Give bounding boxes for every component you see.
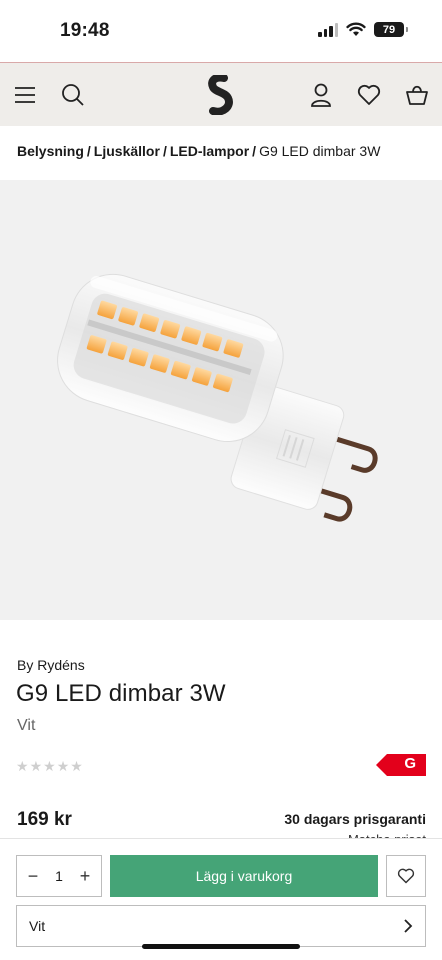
heart-icon (397, 868, 415, 884)
status-time: 19:48 (60, 20, 110, 41)
brand-logo[interactable] (206, 75, 236, 115)
account-button[interactable] (306, 80, 336, 110)
wishlist-button[interactable] (354, 80, 384, 110)
breadcrumb-current: G9 LED dimbar 3W (259, 143, 381, 159)
account-icon (311, 83, 331, 107)
product-variant: Vit (17, 717, 36, 734)
search-icon (62, 84, 84, 106)
add-to-cart-button[interactable]: Lägg i varukorg (110, 855, 378, 897)
star-icon: ★ (56, 758, 70, 774)
breadcrumb: Belysning / Ljuskällor / LED-lampor / G9 LED d… (17, 143, 437, 159)
color-select[interactable]: Vit (16, 905, 426, 947)
basket-icon (406, 85, 428, 105)
basket-button[interactable] (402, 80, 432, 110)
product-title: G9 LED dimbar 3W (16, 680, 226, 707)
battery-indicator: 79 (374, 22, 408, 37)
energy-label-arrow (376, 754, 426, 776)
status-bar: 19:48 79 (0, 0, 442, 62)
product-image[interactable] (0, 180, 442, 620)
led-bulb-illustration (57, 273, 378, 522)
status-icons: 79 (318, 22, 408, 37)
purchase-bar: − 1 + Lägg i varukorg Vit (0, 838, 442, 960)
product-price: 169 kr (17, 809, 72, 830)
rating-stars[interactable]: ★ ★ ★ ★ ★ (16, 758, 83, 775)
menu-icon (15, 87, 35, 103)
breadcrumb-separator: / (86, 143, 91, 159)
menu-button[interactable] (10, 80, 40, 110)
signal-icon (318, 22, 338, 37)
color-select-value: Vit (29, 918, 46, 934)
breadcrumb-separator: / (162, 143, 167, 159)
increase-quantity-button[interactable]: + (77, 866, 93, 887)
product-brand[interactable]: By Rydéns (17, 657, 85, 673)
wifi-icon (346, 22, 366, 36)
home-indicator (142, 944, 300, 949)
energy-label[interactable]: G (376, 754, 426, 776)
quantity-value[interactable]: 1 (55, 868, 63, 884)
breadcrumb-separator: / (252, 143, 257, 159)
add-to-wishlist-button[interactable] (386, 855, 426, 897)
star-icon: ★ (16, 758, 29, 774)
quantity-stepper: − 1 + (16, 855, 102, 897)
site-header (0, 62, 442, 126)
breadcrumb-link-belysning[interactable]: Belysning (17, 143, 84, 159)
breadcrumb-link-ljuskallor[interactable]: Ljuskällor (94, 143, 160, 159)
decrease-quantity-button[interactable]: − (25, 866, 41, 887)
search-button[interactable] (58, 80, 88, 110)
breadcrumb-link-led-lampor[interactable]: LED-lampor (170, 143, 249, 159)
star-icon: ★ (29, 758, 43, 774)
price-guarantee[interactable]: 30 dagars prisgaranti (284, 811, 426, 827)
star-icon: ★ (70, 758, 83, 774)
chevron-right-icon (404, 919, 413, 933)
energy-class: G (404, 755, 416, 772)
heart-icon (357, 84, 381, 105)
star-icon: ★ (43, 758, 56, 774)
